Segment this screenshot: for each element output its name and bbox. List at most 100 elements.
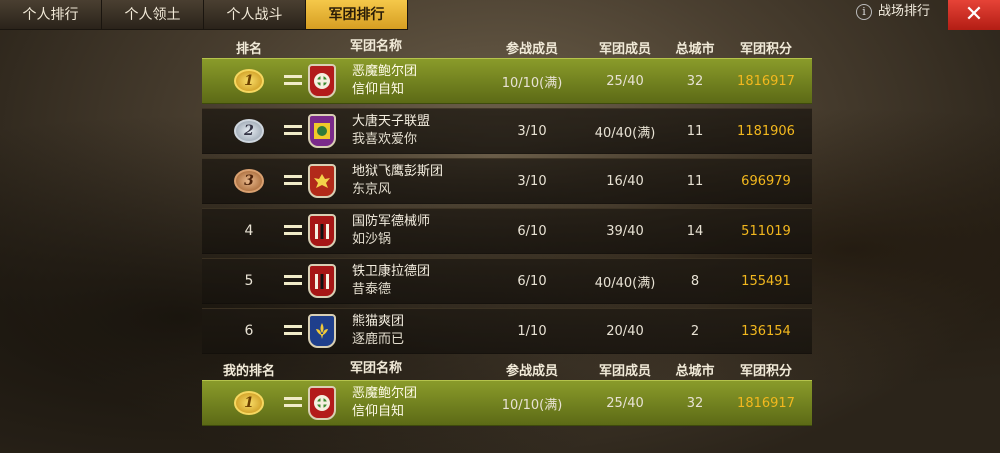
- header-rank: 排名: [235, 41, 262, 57]
- city-count: 11: [686, 123, 704, 139]
- legion-motto: 信仰自知: [352, 82, 405, 97]
- legion-name: 恶魔鲍尔团: [352, 386, 418, 401]
- table-header: 排名 军团名称 参战成员 军团成员 总城市 军团积分: [202, 36, 812, 58]
- header-cities: 总城市: [675, 41, 715, 57]
- legion-badge: [308, 314, 336, 348]
- table-row[interactable]: 3 地狱飞鹰彭斯团 东京风 3/10 16/40 11 696979: [202, 158, 812, 204]
- header-legion-name: 军团名称: [350, 39, 403, 54]
- city-count: 11: [686, 173, 704, 189]
- cross-icon: [312, 121, 332, 141]
- info-icon: i: [856, 4, 872, 20]
- rank-unchanged-icon: [284, 174, 302, 185]
- header-participating: 参战成员: [505, 363, 558, 379]
- legion-motto: 逐鹿而已: [352, 332, 405, 347]
- rank-number: 5: [244, 273, 254, 289]
- rank-unchanged-icon: [284, 74, 302, 85]
- rank-unchanged-icon: [284, 396, 302, 407]
- eagle-icon: [312, 171, 332, 191]
- my-rank-row[interactable]: 1 恶魔鲍尔团 信仰自知 10/10(满) 25/40 32 1816917: [202, 380, 812, 426]
- legion-score: 1816917: [737, 73, 795, 89]
- participating-count: 1/10: [517, 323, 547, 339]
- rank-cell: 1: [202, 391, 296, 415]
- table-row[interactable]: 5 铁卫康拉德团 昔泰德 6/10 40/40(满) 8 155491: [202, 258, 812, 304]
- rank-number: 4: [244, 223, 254, 239]
- member-count: 25/40: [606, 395, 644, 411]
- member-count: 40/40(满): [594, 125, 656, 141]
- member-count: 25/40: [606, 73, 644, 89]
- rank-unchanged-icon: [284, 124, 302, 135]
- my-rank-header: 我的排名 军团名称 参战成员 军团成员 总城市 军团积分: [202, 358, 812, 380]
- tab-personal-battle[interactable]: 个人战斗: [204, 0, 306, 30]
- legion-motto: 昔泰德: [352, 282, 392, 297]
- legion-score: 511019: [741, 223, 791, 239]
- legion-score: 1181906: [737, 123, 795, 139]
- ranking-list: 1 恶魔鲍尔团 信仰自知 10/10(满) 25/40 32 1816917 2 大唐天子联盟我…: [202, 58, 812, 354]
- participating-count: 10/10(满): [501, 75, 563, 91]
- legion-badge: [308, 214, 336, 248]
- city-count: 32: [686, 73, 704, 89]
- participating-count: 3/10: [517, 123, 547, 139]
- rank-cell: 2: [202, 119, 296, 143]
- legion-motto: 如沙锅: [352, 232, 392, 247]
- city-count: 2: [690, 323, 700, 339]
- legion-badge: [308, 64, 336, 98]
- header-score: 军团积分: [739, 363, 792, 379]
- shield-cross-icon: [312, 393, 332, 413]
- legion-name: 国防军德械师: [352, 214, 431, 229]
- tab-legion-ranking[interactable]: 军团排行: [306, 0, 408, 30]
- rank-unchanged-icon: [284, 224, 302, 235]
- legion-name: 地狱飞鹰彭斯团: [352, 164, 444, 179]
- tab-personal-ranking[interactable]: 个人排行: [0, 0, 102, 30]
- city-count: 8: [690, 273, 700, 289]
- header-my-rank: 我的排名: [222, 363, 275, 379]
- legion-score: 136154: [741, 323, 791, 339]
- header-members: 军团成员: [598, 41, 651, 57]
- legion-score: 155491: [741, 273, 791, 289]
- table-row[interactable]: 2 大唐天子联盟 我喜欢爱你 3/10 40/40(满) 11 1181906: [202, 108, 812, 154]
- rank-cell: 5: [202, 273, 296, 289]
- table-row[interactable]: 1 恶魔鲍尔团信仰自知 10/10(满) 25/40 32 1816917: [202, 58, 812, 104]
- legion-ranking-board: 排名 军团名称 参战成员 军团成员 总城市 军团积分 1 恶魔鲍尔团 信仰自知 10/…: [202, 36, 812, 430]
- close-button[interactable]: ✕: [948, 0, 1000, 30]
- rank-unchanged-icon: [284, 274, 302, 285]
- header-legion-name: 军团名称: [350, 361, 403, 376]
- participating-count: 3/10: [517, 173, 547, 189]
- rank-cell: 4: [202, 223, 296, 239]
- gold-medal-icon: 1: [234, 69, 264, 93]
- legion-badge: [308, 386, 336, 420]
- rank-cell: 1: [202, 69, 296, 93]
- legion-name: 恶魔鲍尔团: [352, 64, 418, 79]
- rank-unchanged-icon: [284, 324, 302, 335]
- table-row[interactable]: 4 国防军德械师 如沙锅 6/10 39/40 14 511019: [202, 208, 812, 254]
- member-count: 20/40: [606, 323, 644, 339]
- rank-cell: 6: [202, 323, 296, 339]
- battlefield-ranking-button[interactable]: i 战场排行: [856, 0, 930, 24]
- legion-motto: 信仰自知: [352, 404, 405, 419]
- header-score: 军团积分: [739, 41, 792, 57]
- legion-motto: 我喜欢爱你: [352, 132, 418, 147]
- legion-badge: [308, 264, 336, 298]
- rank-number: 6: [244, 323, 254, 339]
- participating-count: 10/10(满): [501, 397, 563, 413]
- bronze-medal-icon: 3: [234, 169, 264, 193]
- member-count: 40/40(满): [594, 275, 656, 291]
- rank-cell: 3: [202, 169, 296, 193]
- shield-cross-icon: [312, 71, 332, 91]
- participating-count: 6/10: [517, 223, 547, 239]
- stripes-icon: [312, 271, 332, 291]
- battlefield-ranking-label: 战场排行: [878, 4, 931, 19]
- tab-personal-territory[interactable]: 个人领土: [102, 0, 204, 30]
- tab-bar: 个人排行 个人领土 个人战斗 军团排行: [0, 0, 408, 30]
- city-count: 32: [686, 395, 704, 411]
- my-rank-row-container: 1 恶魔鲍尔团 信仰自知 10/10(满) 25/40 32 1816917: [202, 380, 812, 426]
- city-count: 14: [686, 223, 704, 239]
- legion-badge: [308, 164, 336, 198]
- header-participating: 参战成员: [505, 41, 558, 57]
- legion-name: 熊猫爽团: [352, 314, 405, 329]
- header-cities: 总城市: [675, 363, 715, 379]
- table-row[interactable]: 6 熊猫爽团逐鹿而已 1/10 20/40 2 136154: [202, 308, 812, 354]
- fleur-de-lis-icon: [312, 321, 332, 341]
- legion-name: 铁卫康拉德团: [352, 264, 431, 279]
- member-count: 39/40: [606, 223, 644, 239]
- gold-medal-icon: 1: [234, 391, 264, 415]
